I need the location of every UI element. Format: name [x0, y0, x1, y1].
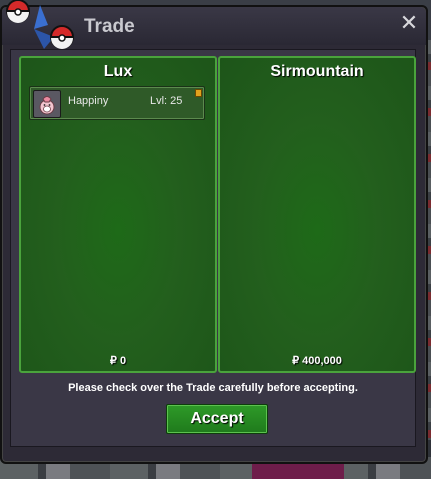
trade-window: Trade ✕ Lux Happiny Lvl: 25 ₽ 0 Sirmount…: [0, 0, 428, 464]
window-title: Trade: [84, 16, 135, 37]
trade-logo-icon: [6, 0, 74, 49]
trade-item-slot[interactable]: Happiny Lvl: 25: [29, 86, 205, 120]
right-trade-panel: Sirmountain ₽ 400,000: [218, 56, 416, 373]
left-trader-name: Lux: [103, 63, 133, 80]
happiny-icon: [33, 90, 61, 118]
left-money-offer: ₽ 0: [109, 355, 127, 367]
trade-content: Lux Happiny Lvl: 25 ₽ 0 Sirmountain ₽ 40…: [10, 49, 416, 447]
trade-notice: Please check over the Trade carefully be…: [68, 382, 358, 394]
title-bar[interactable]: Trade ✕: [2, 0, 426, 49]
close-icon[interactable]: ✕: [398, 13, 420, 35]
item-level: Lvl: 25: [150, 95, 183, 107]
left-trade-panel: Lux Happiny Lvl: 25 ₽ 0: [19, 56, 217, 373]
item-flag-icon: [195, 89, 202, 97]
accept-button[interactable]: Accept: [166, 404, 268, 434]
right-money-offer: ₽ 400,000: [292, 355, 342, 367]
right-trader-name: Sirmountain: [270, 63, 364, 80]
item-name: Happiny: [68, 95, 109, 107]
